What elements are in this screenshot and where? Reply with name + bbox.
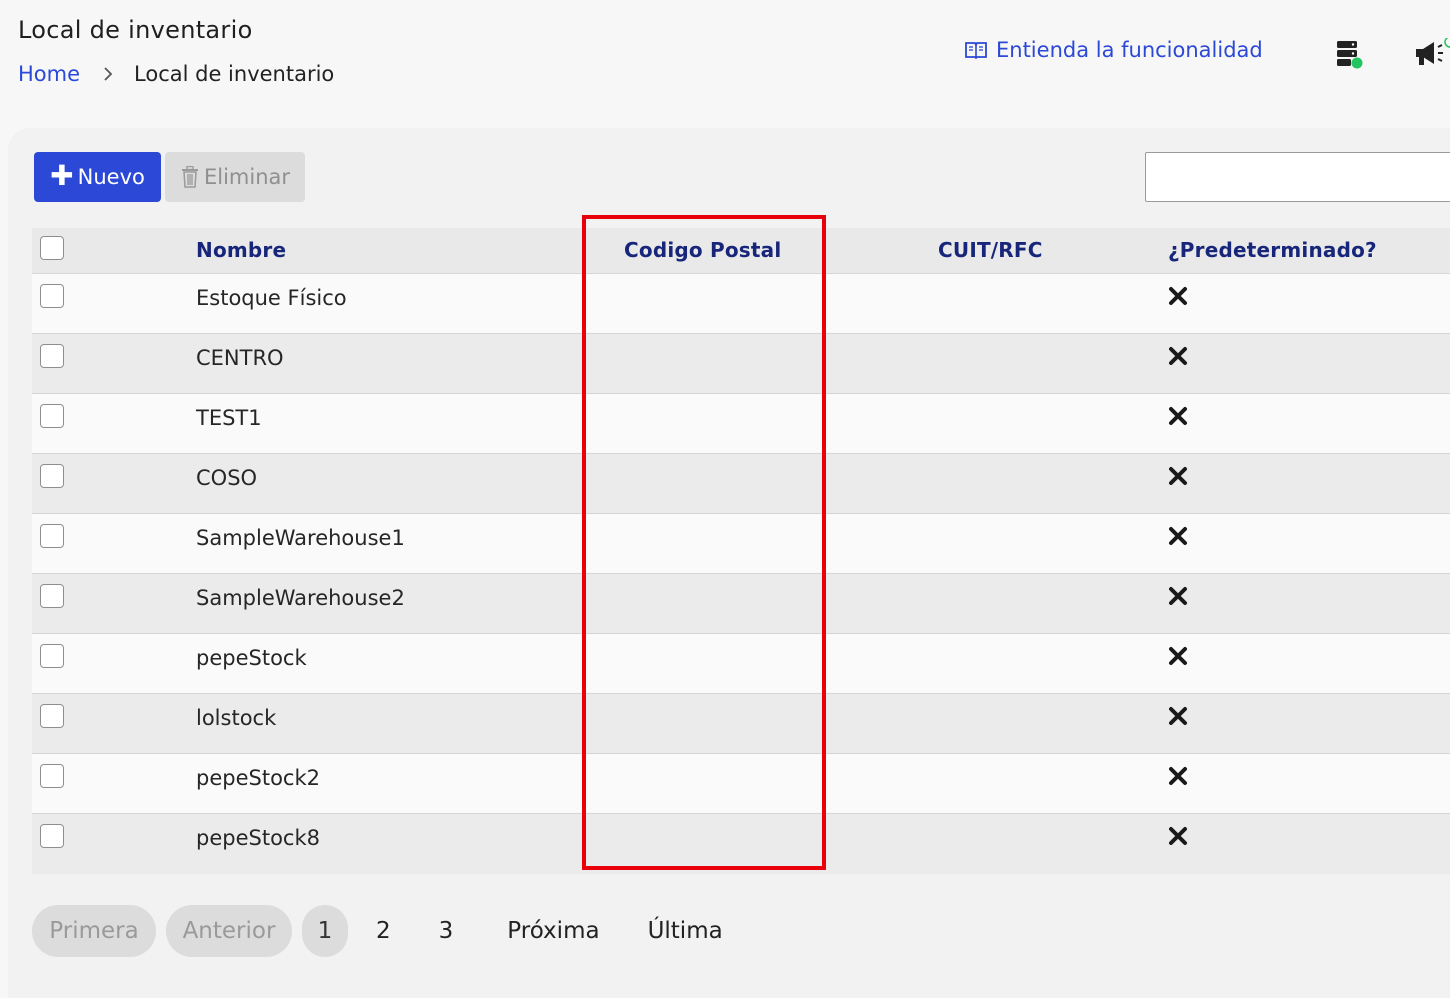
- column-header-name[interactable]: Nombre: [196, 238, 286, 262]
- search-input[interactable]: [1145, 152, 1450, 202]
- new-button-label: Nuevo: [77, 165, 145, 189]
- table-row[interactable]: lolstock: [32, 694, 1450, 754]
- cell-name: Estoque Físico: [196, 286, 347, 310]
- column-header-default[interactable]: ¿Predeterminado?: [1168, 238, 1377, 262]
- cell-name: TEST1: [196, 406, 262, 430]
- cell-name: CENTRO: [196, 346, 284, 370]
- table-header: Nombre Codigo Postal CUIT/RFC ¿Predeterm…: [32, 228, 1450, 274]
- cell-name: pepeStock2: [196, 766, 320, 790]
- x-mark-icon: [1169, 647, 1187, 665]
- x-mark-icon: [1169, 587, 1187, 605]
- table-row[interactable]: SampleWarehouse2: [32, 574, 1450, 634]
- plus-icon: ✚: [50, 158, 74, 192]
- server-status-icon[interactable]: [1334, 38, 1364, 70]
- select-all-checkbox[interactable]: [40, 236, 64, 260]
- row-checkbox[interactable]: [40, 704, 64, 728]
- row-checkbox[interactable]: [40, 284, 64, 308]
- table-row[interactable]: TEST1: [32, 394, 1450, 454]
- delete-button-label: Eliminar: [203, 165, 291, 189]
- trash-icon: [181, 166, 198, 188]
- last-page-button[interactable]: Última: [648, 918, 723, 944]
- new-button[interactable]: ✚ Nuevo: [34, 152, 161, 202]
- column-header-postal-code[interactable]: Codigo Postal: [624, 238, 781, 262]
- table-row[interactable]: CENTRO: [32, 334, 1450, 394]
- page-3-button[interactable]: 3: [439, 918, 454, 944]
- x-mark-icon: [1169, 407, 1187, 425]
- pagination: Primera Anterior 1 2 3 Próxima Última: [32, 905, 723, 957]
- chevron-right-icon: [104, 67, 113, 81]
- cell-name: pepeStock: [196, 646, 307, 670]
- x-mark-icon: [1169, 467, 1187, 485]
- x-mark-icon: [1169, 707, 1187, 725]
- first-page-button: Primera: [32, 905, 156, 957]
- row-checkbox[interactable]: [40, 824, 64, 848]
- breadcrumb-current: Local de inventario: [134, 62, 335, 86]
- table-row[interactable]: Estoque Físico: [32, 274, 1450, 334]
- help-link[interactable]: Entienda la funcionalidad: [964, 38, 1263, 62]
- table-row[interactable]: pepeStock8: [32, 814, 1450, 874]
- book-icon: [965, 42, 987, 60]
- table-row[interactable]: pepeStock2: [32, 754, 1450, 814]
- inventory-locations-table: Nombre Codigo Postal CUIT/RFC ¿Predeterm…: [32, 228, 1450, 874]
- table-row[interactable]: COSO: [32, 454, 1450, 514]
- delete-button: Eliminar: [165, 152, 305, 202]
- row-checkbox[interactable]: [40, 404, 64, 428]
- x-mark-icon: [1169, 347, 1187, 365]
- cell-name: SampleWarehouse1: [196, 526, 405, 550]
- cell-name: lolstock: [196, 706, 277, 730]
- row-checkbox[interactable]: [40, 584, 64, 608]
- x-mark-icon: [1169, 527, 1187, 545]
- row-checkbox[interactable]: [40, 644, 64, 668]
- help-link-label: Entienda la funcionalidad: [996, 38, 1263, 62]
- breadcrumb: Home Local de inventario: [18, 62, 334, 86]
- cell-name: COSO: [196, 466, 258, 490]
- x-mark-icon: [1169, 287, 1187, 305]
- previous-page-button: Anterior: [166, 905, 292, 957]
- cell-name: SampleWarehouse2: [196, 586, 405, 610]
- breadcrumb-home-link[interactable]: Home: [18, 62, 80, 86]
- x-mark-icon: [1169, 767, 1187, 785]
- row-checkbox[interactable]: [40, 764, 64, 788]
- page-1-button[interactable]: 1: [302, 905, 348, 957]
- column-header-tax-id[interactable]: CUIT/RFC: [938, 238, 1043, 262]
- row-checkbox[interactable]: [40, 524, 64, 548]
- table-row[interactable]: SampleWarehouse1: [32, 514, 1450, 574]
- x-mark-icon: [1169, 827, 1187, 845]
- row-checkbox[interactable]: [40, 464, 64, 488]
- row-checkbox[interactable]: [40, 344, 64, 368]
- megaphone-icon[interactable]: [1412, 38, 1450, 68]
- table-row[interactable]: pepeStock: [32, 634, 1450, 694]
- page-2-button[interactable]: 2: [376, 918, 391, 944]
- cell-name: pepeStock8: [196, 826, 320, 850]
- next-page-button[interactable]: Próxima: [507, 918, 599, 944]
- page-title: Local de inventario: [18, 16, 253, 44]
